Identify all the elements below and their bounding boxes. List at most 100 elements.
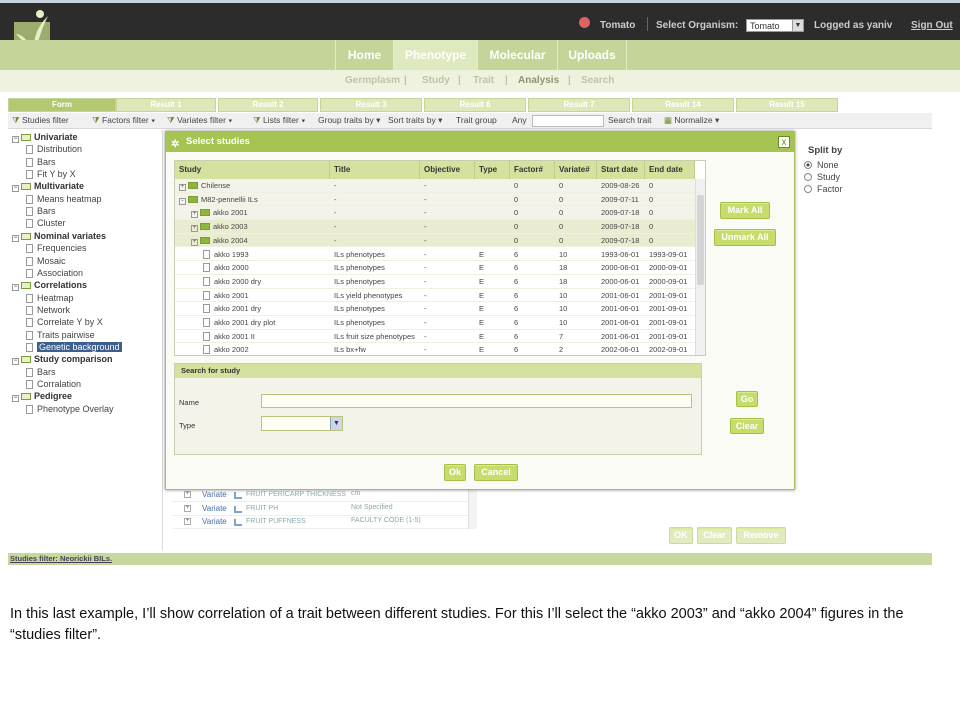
column-header[interactable]: Variate#: [555, 161, 597, 179]
tree-category[interactable]: − Pedigree: [12, 391, 72, 403]
column-header[interactable]: Objective: [420, 161, 475, 179]
collapse-icon[interactable]: −: [12, 185, 19, 193]
tree-item[interactable]: Frequencies: [26, 243, 87, 254]
clear-button[interactable]: Clear: [730, 418, 764, 434]
studies-filter-button[interactable]: ⧩ Studies filter: [12, 115, 69, 126]
tab-form[interactable]: Form: [8, 98, 116, 112]
tree-item[interactable]: Heatmap: [26, 293, 74, 303]
tree-category[interactable]: − Study comparison: [12, 354, 113, 366]
tree-item[interactable]: Genetic background: [26, 341, 122, 352]
dialog-title-bar[interactable]: ✲ Select studies: [166, 132, 794, 152]
table-row[interactable]: akko 2000 ILs phenotypes - E 6 18 2000-06-01 20…: [175, 261, 695, 275]
column-header[interactable]: Factor#: [510, 161, 555, 179]
collapse-icon[interactable]: −: [12, 234, 19, 242]
subnav-study[interactable]: Study: [422, 75, 450, 86]
tab-phenotype[interactable]: Phenotype: [393, 40, 477, 70]
expand-icon[interactable]: +: [179, 184, 186, 191]
tree-item[interactable]: Network: [26, 305, 70, 315]
subnav-analysis[interactable]: Analysis: [518, 75, 559, 86]
expand-icon[interactable]: +: [191, 225, 198, 233]
table-row[interactable]: + akko 2004 - - 0 0 2009-07-18 0: [175, 233, 695, 248]
factors-filter-button[interactable]: ⧩ Factors filter ▾: [92, 115, 155, 126]
table-row[interactable]: + Chilense - - 0 0 2009-08-26 0: [175, 179, 695, 193]
split-by-factor[interactable]: Factor: [804, 184, 843, 194]
tree-category[interactable]: − Multivariate: [12, 181, 84, 193]
tree-item[interactable]: Cluster: [26, 218, 66, 229]
tree-item[interactable]: Phenotype Overlay: [26, 404, 114, 414]
table-row[interactable]: + Variate FRUIT PUFFNESS FACULTY CODE (1-5): [172, 516, 472, 529]
table-row[interactable]: + Variate FRUIT PERICARP THICKNESS cm: [172, 489, 472, 502]
tab-result-1[interactable]: Result 1: [116, 98, 216, 112]
unmark-all-button[interactable]: Unmark All: [714, 229, 776, 246]
group-traits-by-button[interactable]: Group traits by ▾: [318, 115, 380, 126]
tab-home[interactable]: Home: [335, 40, 393, 70]
tab-result-15[interactable]: Result 15: [736, 98, 838, 112]
tree-item[interactable]: Bars: [26, 206, 56, 217]
table-row[interactable]: + akko 2001 - - 0 0 2009-07-18 0: [175, 206, 695, 221]
tree-item[interactable]: Association: [26, 268, 83, 278]
close-icon[interactable]: x: [778, 136, 790, 148]
tree-item[interactable]: Mosaic: [26, 256, 66, 266]
mark-all-button[interactable]: Mark All: [720, 202, 770, 219]
table-row[interactable]: akko 2002 ILs bx+fw - E 6 2 2002-06-01 2002-09-…: [175, 343, 695, 355]
normalize-button[interactable]: ▦ Normalize ▾: [664, 115, 719, 126]
collapse-icon[interactable]: −: [12, 358, 19, 366]
tree-category[interactable]: − Correlations: [12, 280, 87, 292]
trait-table-scrollbar[interactable]: [468, 489, 477, 529]
tree-category[interactable]: − Nominal variates: [12, 231, 106, 242]
organism-select[interactable]: Tomato ▼: [746, 19, 804, 32]
table-row[interactable]: akko 2001 dry ILs phenotypes - E 6 10 2001-06-…: [175, 302, 695, 316]
tree-item[interactable]: Bars: [26, 157, 56, 167]
column-header[interactable]: Title: [330, 161, 420, 179]
expand-icon[interactable]: +: [184, 504, 191, 512]
table-row[interactable]: akko 1993 ILs phenotypes - E 6 10 1993-06-01 19…: [175, 248, 695, 262]
table-row[interactable]: + akko 2003 - - 0 0 2009-07-18 0: [175, 220, 695, 234]
cancel-button[interactable]: Cancel: [474, 464, 518, 481]
expand-icon[interactable]: +: [191, 211, 198, 219]
clear-button-bg[interactable]: Clear: [697, 527, 732, 544]
collapse-icon[interactable]: −: [12, 284, 19, 292]
expand-icon[interactable]: +: [184, 491, 191, 498]
tab-uploads[interactable]: Uploads: [557, 40, 627, 70]
sign-out-link[interactable]: Sign Out: [911, 20, 953, 31]
tree-item[interactable]: Traits pairwise: [26, 330, 95, 340]
sort-traits-by-button[interactable]: Sort traits by ▾: [388, 115, 442, 126]
table-row[interactable]: akko 2000 dry ILs phenotypes - E 6 18 2000-06-…: [175, 275, 695, 289]
subnav-search[interactable]: Search: [581, 75, 614, 86]
tree-item[interactable]: Means heatmap: [26, 194, 102, 204]
column-header[interactable]: Start date: [597, 161, 645, 179]
collapse-icon[interactable]: −: [12, 136, 19, 143]
tab-result-6[interactable]: Result 6: [424, 98, 526, 112]
expand-icon[interactable]: +: [184, 518, 191, 525]
trait-group-any[interactable]: Any: [512, 115, 527, 125]
grid-scrollbar[interactable]: [695, 179, 705, 355]
ok-button[interactable]: Ok: [444, 464, 466, 481]
tree-item[interactable]: Correlate Y by X: [26, 317, 103, 328]
go-button[interactable]: Go: [736, 391, 758, 407]
variates-filter-button[interactable]: ⧩ Variates filter ▾: [167, 115, 232, 126]
column-header[interactable]: Study: [175, 161, 330, 179]
tree-item[interactable]: Fit Y by X: [26, 169, 76, 180]
column-header[interactable]: End date: [645, 161, 695, 179]
column-header[interactable]: Type: [475, 161, 510, 179]
tab-molecular[interactable]: Molecular: [477, 40, 557, 70]
remove-button-bg[interactable]: Remove: [736, 527, 786, 544]
subnav-germplasm[interactable]: Germplasm: [345, 75, 400, 86]
lists-filter-button[interactable]: ⧩ Lists filter ▾: [253, 115, 305, 126]
scroll-thumb[interactable]: [697, 195, 704, 285]
tree-category[interactable]: − Univariate: [12, 132, 78, 143]
expand-icon[interactable]: +: [191, 238, 198, 246]
table-row[interactable]: + Variate FRUIT PH Not Specified: [172, 503, 472, 516]
collapse-icon[interactable]: −: [12, 395, 19, 403]
name-input[interactable]: [261, 394, 692, 408]
tree-item[interactable]: Bars: [26, 367, 56, 377]
subnav-trait[interactable]: Trait: [473, 75, 494, 86]
split-by-none[interactable]: None: [804, 160, 839, 170]
table-row[interactable]: akko 2001 II ILs fruit size phenotypes - E 6…: [175, 330, 695, 344]
collapse-icon[interactable]: -: [179, 197, 186, 205]
tree-item[interactable]: Distribution: [26, 144, 82, 155]
tab-result-3[interactable]: Result 3: [320, 98, 422, 112]
tab-result-2[interactable]: Result 2: [218, 98, 318, 112]
search-trait-button[interactable]: Search trait: [608, 115, 651, 125]
search-trait-input[interactable]: [532, 115, 604, 127]
